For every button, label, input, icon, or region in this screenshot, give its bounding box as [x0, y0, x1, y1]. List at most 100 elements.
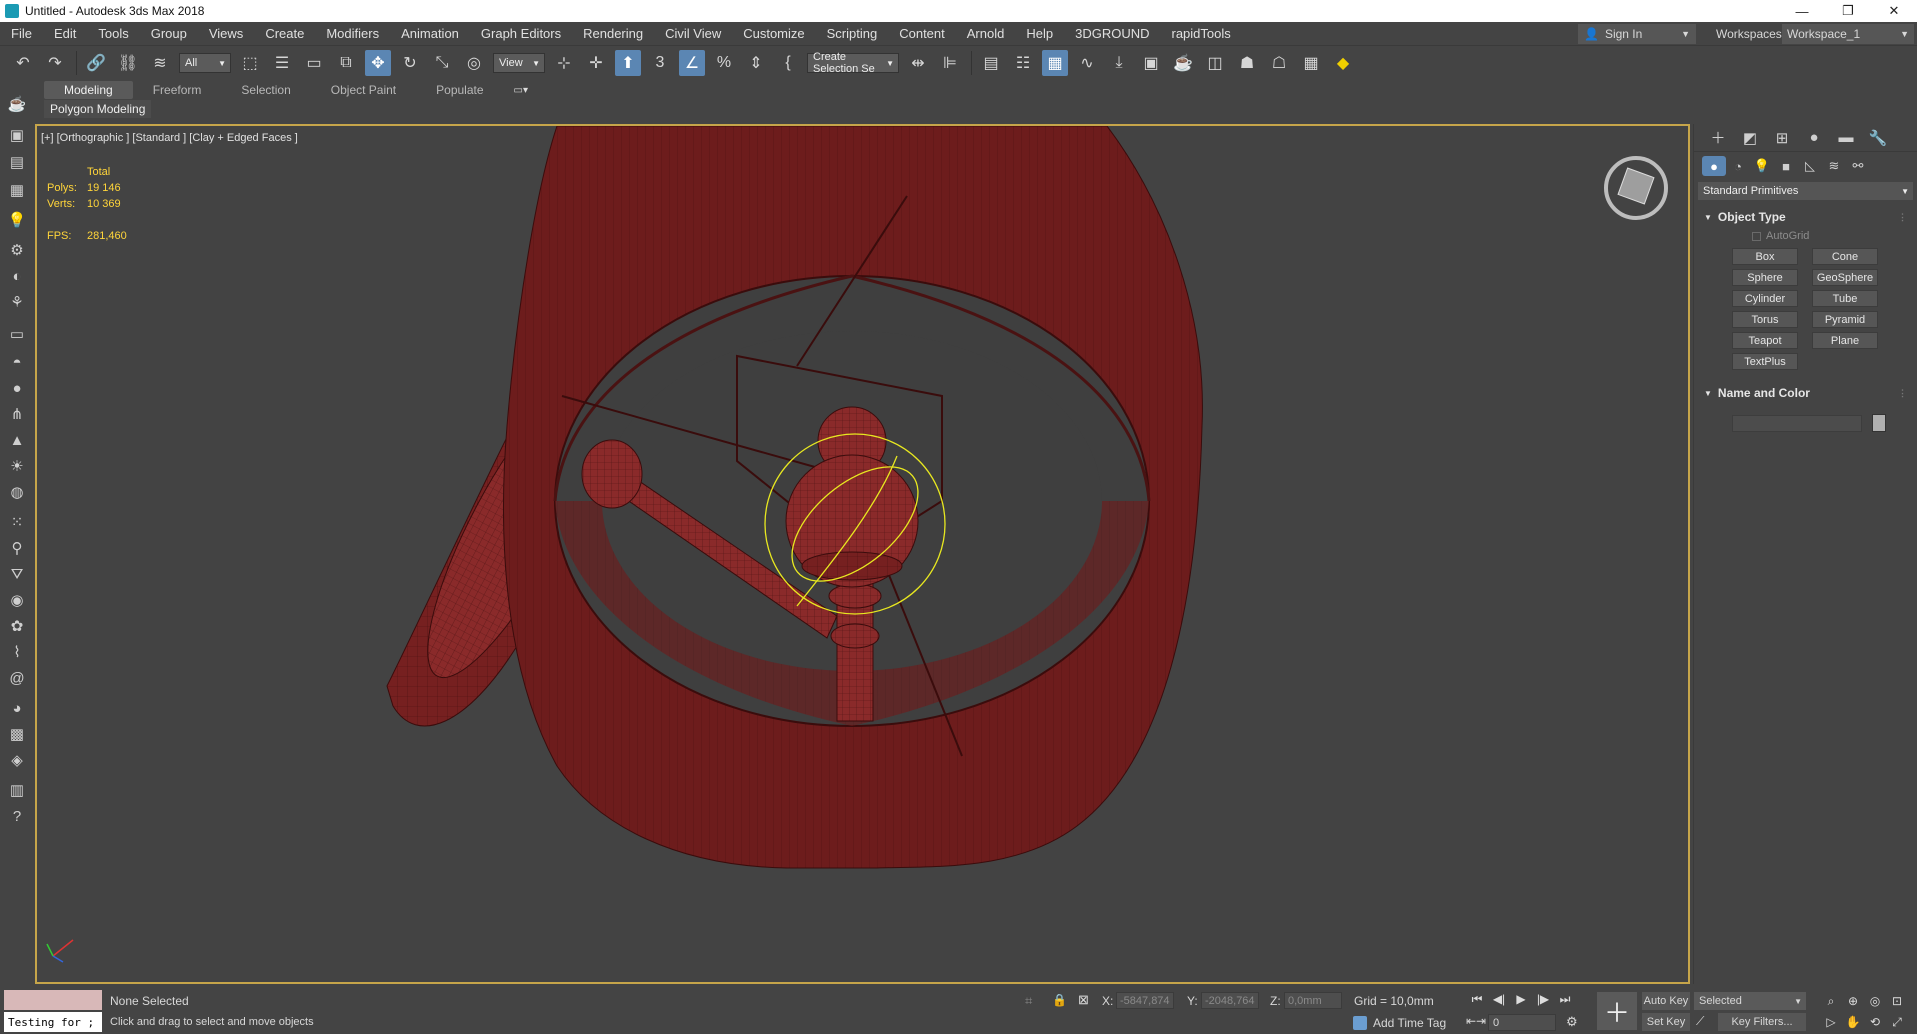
menu-tools[interactable]: Tools: [87, 26, 139, 41]
spiral-icon[interactable]: @: [7, 668, 27, 688]
spinner-snap-icon[interactable]: ⇕: [743, 50, 769, 76]
pyramid-button[interactable]: Pyramid: [1812, 311, 1878, 328]
bind-space-warp-icon[interactable]: ≋: [147, 50, 173, 76]
orbit-icon[interactable]: ⟲: [1864, 1013, 1886, 1031]
cylinder-button[interactable]: Cylinder: [1732, 290, 1798, 307]
workspace-dropdown[interactable]: Workspace_1 ▼: [1782, 24, 1914, 44]
scene-explorer-icon[interactable]: ▤: [978, 50, 1004, 76]
menu-graph-editors[interactable]: Graph Editors: [470, 26, 572, 41]
y-coordinate-field[interactable]: -2048,764: [1201, 992, 1259, 1009]
sun-icon[interactable]: ☀: [7, 456, 27, 476]
box-icon[interactable]: ▭: [7, 324, 27, 344]
spacewarp-icon[interactable]: ⚘: [7, 292, 27, 312]
grid-icon[interactable]: ▦: [7, 180, 27, 200]
window-crossing-icon[interactable]: ⧉: [333, 50, 359, 76]
menu-modifiers[interactable]: Modifiers: [315, 26, 390, 41]
object-name-field[interactable]: [1732, 414, 1862, 432]
toggle-ribbon-icon[interactable]: ▦: [1042, 50, 1068, 76]
keyboard-shortcut-override-icon[interactable]: ⬆: [615, 50, 641, 76]
current-frame-field[interactable]: 0: [1488, 1014, 1556, 1031]
systems-icon[interactable]: ⚯: [1846, 158, 1870, 174]
scene-lamp-model[interactable]: [37, 126, 1690, 984]
isolate-selection-icon[interactable]: ⌗: [1025, 993, 1032, 1009]
sign-in-dropdown[interactable]: 👤 Sign In ▼: [1578, 24, 1696, 44]
time-configuration-icon[interactable]: ⚙: [1566, 1014, 1578, 1030]
close-button[interactable]: ✕: [1871, 0, 1917, 22]
tab-populate[interactable]: Populate: [416, 81, 503, 99]
tree-icon[interactable]: ⛛: [7, 564, 27, 584]
arnold-icon[interactable]: ◆: [1330, 50, 1356, 76]
edit-named-selection-icon[interactable]: {: [775, 50, 801, 76]
box-button[interactable]: Box: [1732, 248, 1798, 265]
select-object-icon[interactable]: ⬚: [237, 50, 263, 76]
create-tab-icon[interactable]: ＋: [1702, 127, 1734, 148]
menu-3dground[interactable]: 3DGROUND: [1064, 26, 1160, 41]
object-type-rollout[interactable]: ▼ Object Type ⋮: [1698, 208, 1913, 226]
go-to-start-icon[interactable]: ⏮: [1466, 990, 1488, 1008]
space-warps-icon[interactable]: ≋: [1822, 158, 1846, 174]
textplus-button[interactable]: TextPlus: [1732, 353, 1798, 370]
maxscript-listener-mini[interactable]: [4, 990, 102, 1010]
menu-customize[interactable]: Customize: [732, 26, 815, 41]
helpers-icon[interactable]: ◺: [1798, 158, 1822, 174]
hair-fur-icon[interactable]: ⌇: [7, 642, 27, 662]
viewcube[interactable]: [1602, 154, 1670, 222]
x-coordinate-field[interactable]: -5847,874: [1116, 992, 1174, 1009]
list-icon[interactable]: ▤: [7, 152, 27, 172]
set-key-big-icon[interactable]: ＋: [1597, 992, 1637, 1030]
rendered-frame-window-icon[interactable]: ◫: [1202, 50, 1228, 76]
select-and-move-icon[interactable]: ✥: [365, 50, 391, 76]
geosphere-button[interactable]: GeoSphere: [1812, 269, 1878, 286]
restore-button[interactable]: ❐: [1825, 0, 1871, 22]
camera-icon[interactable]: ⚙: [7, 240, 27, 260]
menu-content[interactable]: Content: [888, 26, 956, 41]
lock-selection-icon[interactable]: 🔒: [1052, 993, 1067, 1007]
material-sphere-icon[interactable]: ◕: [7, 698, 27, 718]
menu-group[interactable]: Group: [140, 26, 198, 41]
reference-coordinate-dropdown[interactable]: View ▼: [493, 53, 545, 73]
light-icon[interactable]: 💡: [7, 210, 27, 230]
undo-icon[interactable]: ↶: [10, 50, 36, 76]
hair-icon[interactable]: ⋔: [7, 404, 27, 424]
rectangular-selection-icon[interactable]: ▭: [301, 50, 327, 76]
z-coordinate-field[interactable]: 0,0mm: [1284, 992, 1342, 1009]
absolute-mode-icon[interactable]: ⊠: [1078, 992, 1089, 1008]
menu-rapidtools[interactable]: rapidTools: [1161, 26, 1242, 41]
key-filters-button[interactable]: Key Filters...: [1718, 1013, 1806, 1031]
select-manipulate-icon[interactable]: ✛: [583, 50, 609, 76]
key-mode-toggle-icon[interactable]: ⇤⇥: [1466, 1014, 1486, 1028]
pan-icon[interactable]: ✋: [1842, 1013, 1864, 1031]
menu-civil-view[interactable]: Civil View: [654, 26, 732, 41]
autogrid-checkbox[interactable]: AutoGrid: [1752, 230, 1917, 242]
select-and-place-icon[interactable]: ◎: [461, 50, 487, 76]
viewport-label[interactable]: [+] [Orthographic ] [Standard ] [Clay + …: [41, 132, 298, 144]
render-setup-icon[interactable]: ☕: [1170, 50, 1196, 76]
named-selection-set-dropdown[interactable]: Create Selection Se ▼: [807, 51, 899, 75]
maximize-viewport-icon[interactable]: ⤢: [1886, 1013, 1908, 1031]
utilities-tab-icon[interactable]: 🔧: [1862, 129, 1894, 147]
selection-filter-dropdown[interactable]: All ▼: [179, 53, 231, 73]
schematic-view-icon[interactable]: ⤓: [1106, 50, 1132, 76]
help-icon[interactable]: ?: [7, 806, 27, 826]
geometry-icon[interactable]: ●: [1702, 156, 1726, 176]
select-and-scale-icon[interactable]: ⤡: [429, 50, 455, 76]
teapot-button[interactable]: Teapot: [1732, 332, 1798, 349]
cone-icon[interactable]: ▲: [7, 430, 27, 450]
key-mode-dropdown[interactable]: Selected ▼: [1694, 992, 1806, 1010]
motion-tab-icon[interactable]: ●: [1798, 129, 1830, 146]
menu-help[interactable]: Help: [1015, 26, 1064, 41]
menu-create[interactable]: Create: [254, 26, 315, 41]
particle-icon[interactable]: ⁙: [7, 512, 27, 532]
default-in-out-tangents-icon[interactable]: ⟋: [1696, 1014, 1704, 1029]
cone-button[interactable]: Cone: [1812, 248, 1878, 265]
torus-button[interactable]: Torus: [1732, 311, 1798, 328]
ribbon-options-icon[interactable]: ▭▾: [514, 85, 528, 96]
bitmap-icon[interactable]: ▩: [7, 724, 27, 744]
primitive-category-dropdown[interactable]: Standard Primitives ▼: [1698, 182, 1913, 200]
menu-file[interactable]: File: [0, 26, 43, 41]
tube-button[interactable]: Tube: [1812, 290, 1878, 307]
teapot-icon[interactable]: ☕: [7, 94, 27, 114]
cameras-icon[interactable]: ■: [1774, 159, 1798, 174]
menu-arnold[interactable]: Arnold: [956, 26, 1016, 41]
lights-icon[interactable]: 💡: [1750, 158, 1774, 174]
